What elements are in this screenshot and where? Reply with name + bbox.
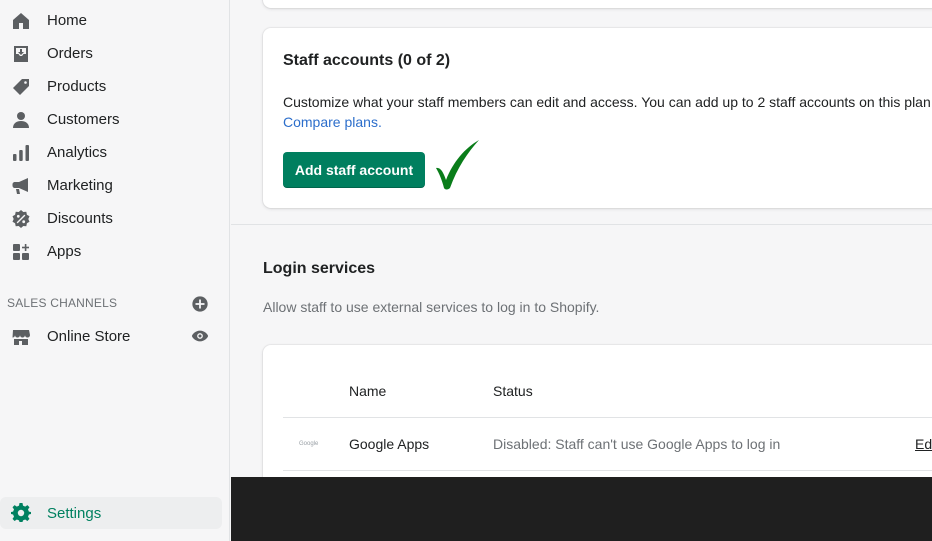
- staff-accounts-title: Staff accounts (0 of 2): [283, 52, 451, 69]
- google-logo: Google: [299, 441, 319, 447]
- sidebar-item-label: Home: [47, 12, 88, 29]
- sidebar-item-orders[interactable]: Orders: [0, 37, 222, 70]
- row-divider: [283, 470, 932, 471]
- checkmark-icon: [436, 140, 479, 190]
- header-divider: [283, 417, 932, 418]
- plus-circle-icon: [192, 296, 208, 312]
- discount-icon: [11, 209, 31, 229]
- view-online-store-button[interactable]: [191, 327, 209, 345]
- staff-accounts-description: Customize what your staff members can ed…: [283, 94, 932, 110]
- compare-plans-link[interactable]: Compare plans.: [283, 114, 382, 130]
- login-services-title: Login services: [263, 260, 376, 277]
- sidebar-item-label: Discounts: [47, 210, 113, 227]
- service-status: Disabled: Staff can't use Google Apps to…: [493, 436, 781, 452]
- megaphone-icon: [11, 176, 31, 196]
- sidebar-item-online-store[interactable]: Online Store: [0, 320, 222, 353]
- main-content: Staff accounts (0 of 2) Customize what y…: [231, 0, 932, 477]
- home-icon: [11, 11, 31, 31]
- sidebar-item-label: Marketing: [47, 177, 113, 194]
- section-divider: [231, 224, 932, 225]
- column-header-name: Name: [349, 383, 387, 399]
- add-channel-button[interactable]: [191, 295, 209, 313]
- service-name: Google Apps: [349, 436, 430, 452]
- sidebar-item-settings[interactable]: Settings: [0, 497, 222, 529]
- sidebar-item-products[interactable]: Products: [0, 70, 222, 103]
- sidebar-item-label: Products: [47, 78, 107, 95]
- apps-icon: [11, 242, 31, 262]
- sidebar-item-analytics[interactable]: Analytics: [0, 136, 222, 169]
- sales-channels-heading: SALES CHANNELS: [7, 296, 118, 310]
- sidebar-item-home[interactable]: Home: [0, 4, 222, 37]
- sidebar-item-label: Apps: [47, 243, 82, 260]
- login-services-card: Name Status Google Google Apps Disabled:…: [263, 345, 932, 477]
- person-icon: [11, 110, 31, 130]
- staff-accounts-card: Staff accounts (0 of 2) Customize what y…: [263, 28, 932, 208]
- bar-chart-icon: [11, 143, 31, 163]
- sidebar: Home Orders Products Customers Analytics…: [0, 0, 230, 541]
- sidebar-item-label: Online Store: [47, 328, 131, 345]
- sidebar-item-customers[interactable]: Customers: [0, 103, 222, 136]
- sidebar-item-label: Customers: [47, 111, 120, 128]
- add-staff-account-button[interactable]: Add staff account: [283, 152, 425, 188]
- eye-icon: [191, 330, 209, 342]
- sidebar-item-label: Settings: [47, 504, 102, 522]
- sidebar-item-discounts[interactable]: Discounts: [0, 202, 222, 235]
- tag-icon: [11, 77, 31, 97]
- column-header-status: Status: [493, 383, 533, 399]
- login-services-description: Allow staff to use external services to …: [263, 299, 600, 315]
- sidebar-item-label: Analytics: [47, 144, 108, 161]
- gear-icon: [11, 503, 31, 523]
- sidebar-item-label: Orders: [47, 45, 93, 62]
- bottom-overlay-bar: [231, 477, 932, 541]
- sidebar-item-apps[interactable]: Apps: [0, 235, 222, 268]
- store-icon: [11, 327, 31, 347]
- orders-icon: [11, 44, 31, 64]
- previous-card: [263, 0, 932, 8]
- sidebar-item-marketing[interactable]: Marketing: [0, 169, 222, 202]
- edit-google-apps-link[interactable]: Edi: [915, 436, 932, 452]
